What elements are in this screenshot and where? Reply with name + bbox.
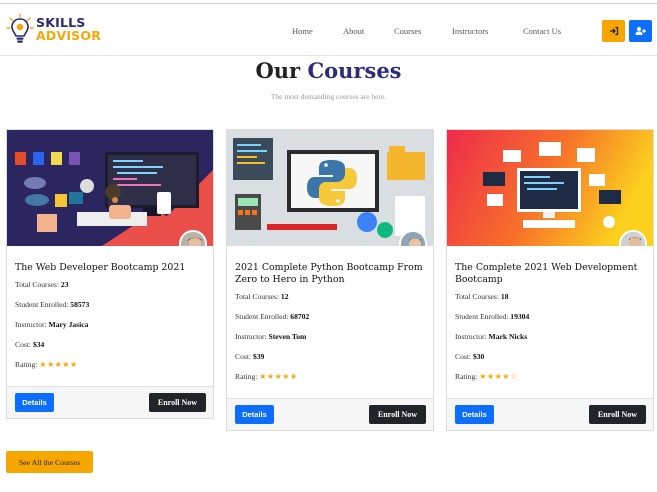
- card-footer: Details Enroll Now: [447, 398, 653, 430]
- course-card-web-developer: The Web Developer Bootcamp 2021 Total Co…: [6, 129, 214, 419]
- lightbulb-icon: [6, 13, 34, 43]
- card-body: The Complete 2021 Web Development Bootca…: [447, 246, 653, 398]
- sign-in-icon: [609, 26, 618, 36]
- total-value: 18: [500, 292, 509, 301]
- instructor-value: Steven Tom: [268, 332, 307, 341]
- course-rating: Rating: ★★★★★: [235, 372, 425, 392]
- instructor-label: Instructor:: [455, 332, 487, 341]
- rating-label: Rating:: [15, 360, 38, 369]
- rating-stars-icon: ★★★★☆: [479, 372, 518, 381]
- cost-label: Cost:: [455, 352, 472, 361]
- details-button[interactable]: Details: [235, 405, 274, 424]
- details-button[interactable]: Details: [455, 405, 494, 424]
- rating-stars-icon: ★★★★★: [39, 360, 78, 369]
- course-image-web-developer[interactable]: [7, 130, 213, 246]
- cost-label: Cost:: [235, 352, 252, 361]
- cost-value: $30: [472, 352, 485, 361]
- brand-wordmark: SKILLS ADVISOR: [36, 16, 101, 42]
- course-rating: Rating: ★★★★☆: [455, 372, 645, 392]
- card-body: 2021 Complete Python Bootcamp From Zero …: [227, 246, 433, 398]
- course-card-web-development: The Complete 2021 Web Development Bootca…: [446, 129, 654, 431]
- brand-line-2: ADVISOR: [36, 28, 102, 43]
- course-rating: Rating: ★★★★★: [15, 360, 205, 380]
- course-total: Total Courses: 23: [15, 280, 205, 300]
- students-value: 19304: [510, 312, 530, 321]
- course-cost: Cost: $39: [235, 352, 425, 372]
- instructor-label: Instructor:: [15, 320, 47, 329]
- course-cost: Cost: $30: [455, 352, 645, 372]
- cost-label: Cost:: [15, 340, 32, 349]
- students-label: Student Enrolled:: [235, 312, 289, 321]
- course-title[interactable]: 2021 Complete Python Bootcamp From Zero …: [235, 262, 425, 286]
- user-plus-icon: [635, 27, 646, 35]
- course-instructor: Instructor: Mark Nicks: [455, 332, 645, 352]
- course-image-python[interactable]: [227, 130, 433, 246]
- course-image-web-development[interactable]: [447, 130, 653, 246]
- cost-value: $34: [32, 340, 45, 349]
- total-value: 12: [280, 292, 289, 301]
- web-dev-illustration: [7, 130, 213, 246]
- nav-home[interactable]: Home: [292, 26, 313, 36]
- python-illustration: [227, 130, 433, 246]
- course-students: Student Enrolled: 68702: [235, 312, 425, 332]
- instructor-label: Instructor:: [235, 332, 267, 341]
- course-total: Total Courses: 12: [235, 292, 425, 312]
- card-footer: Details Enroll Now: [227, 398, 433, 430]
- course-students: Student Enrolled: 19304: [455, 312, 645, 332]
- card-footer: Details Enroll Now: [7, 386, 213, 418]
- nav-instructors[interactable]: Instructors: [452, 26, 488, 36]
- total-label: Total Courses:: [15, 280, 59, 289]
- total-label: Total Courses:: [235, 292, 279, 301]
- total-label: Total Courses:: [455, 292, 499, 301]
- brand-logo[interactable]: SKILLS ADVISOR: [6, 13, 101, 51]
- nav-about[interactable]: About: [343, 26, 364, 36]
- rating-stars-icon: ★★★★★: [259, 372, 298, 381]
- cost-value: $39: [252, 352, 265, 361]
- enroll-button[interactable]: Enroll Now: [589, 405, 646, 424]
- section-subtitle: The most demanding courses are here.: [270, 92, 387, 101]
- see-all-courses-button[interactable]: See All the Courses: [6, 451, 93, 473]
- students-value: 58573: [70, 300, 90, 309]
- students-label: Student Enrolled:: [455, 312, 509, 321]
- rating-label: Rating:: [455, 372, 478, 381]
- students-label: Student Enrolled:: [15, 300, 69, 309]
- instructor-value: Mary Jasica: [48, 320, 89, 329]
- course-total: Total Courses: 18: [455, 292, 645, 312]
- register-button[interactable]: [629, 20, 652, 42]
- card-body: The Web Developer Bootcamp 2021 Total Co…: [7, 246, 213, 386]
- rating-label: Rating:: [235, 372, 258, 381]
- enroll-button[interactable]: Enroll Now: [149, 393, 206, 412]
- nav-courses[interactable]: Courses: [394, 26, 421, 36]
- course-card-python: 2021 Complete Python Bootcamp From Zero …: [226, 129, 434, 431]
- course-title[interactable]: The Web Developer Bootcamp 2021: [15, 262, 205, 274]
- students-value: 68702: [290, 312, 310, 321]
- course-instructor: Instructor: Mary Jasica: [15, 320, 205, 340]
- course-instructor: Instructor: Steven Tom: [235, 332, 425, 352]
- login-button[interactable]: [602, 20, 625, 42]
- navbar: SKILLS ADVISOR Home About Courses Instru…: [0, 4, 657, 56]
- web-development-illustration: [447, 130, 653, 246]
- instructor-value: Mark Nicks: [488, 332, 528, 341]
- nav-contact-us[interactable]: Contact Us: [523, 26, 561, 36]
- course-students: Student Enrolled: 58573: [15, 300, 205, 320]
- total-value: 23: [60, 280, 69, 289]
- details-button[interactable]: Details: [15, 393, 54, 412]
- section-title-accent: Courses: [307, 58, 402, 83]
- enroll-button[interactable]: Enroll Now: [369, 405, 426, 424]
- course-cost: Cost: $34: [15, 340, 205, 360]
- section-title: Our Courses: [0, 58, 657, 83]
- course-title[interactable]: The Complete 2021 Web Development Bootca…: [455, 262, 645, 286]
- section-title-plain: Our: [255, 58, 308, 83]
